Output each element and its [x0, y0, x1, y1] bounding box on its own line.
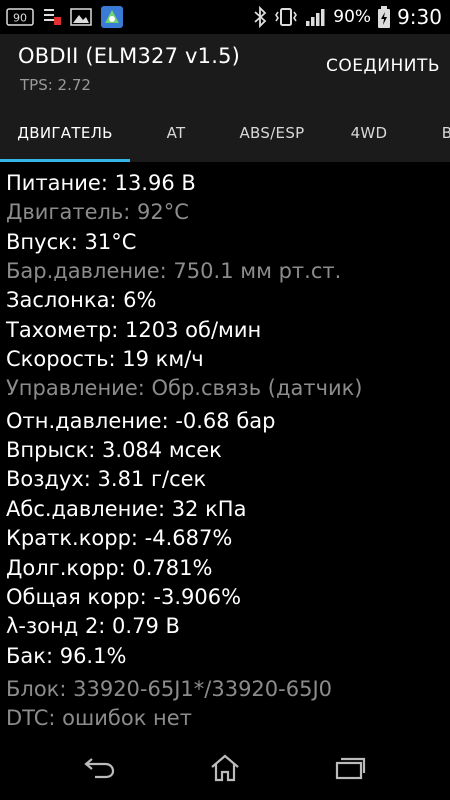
- param-absolute-pressure: Абс.давление: 32 кПа: [6, 497, 247, 521]
- app-icon: [100, 5, 124, 29]
- home-icon: [209, 753, 241, 787]
- back-button[interactable]: [75, 752, 125, 788]
- param-injection: Впрыск: 3.084 мсек: [6, 438, 222, 462]
- param-long-term-trim: Долг.корр: 0.781%: [6, 556, 213, 580]
- param-throttle: Заслонка: 6%: [6, 288, 157, 312]
- param-supply-voltage: Питание: 13.96 В: [6, 171, 196, 195]
- tab-engine[interactable]: ДВИГАТЕЛЬ: [0, 104, 130, 162]
- home-button[interactable]: [200, 752, 250, 788]
- battery-percent: 90%: [333, 7, 372, 27]
- app-title: OBDII (ELM327 v1.5): [18, 44, 241, 68]
- param-intake-temp: Впуск: 31°C: [6, 230, 137, 254]
- param-lambda-2: λ-зонд 2: 0.79 В: [6, 614, 180, 638]
- sim-badge-text: 90: [13, 12, 27, 25]
- tps-subtitle: TPS: 2.72: [20, 76, 91, 94]
- clock: 9:30: [397, 5, 442, 29]
- connect-button[interactable]: СОЕДИНИТЬ: [326, 56, 440, 76]
- param-speed: Скорость: 19 км/ч: [6, 347, 204, 371]
- param-relative-pressure: Отн.давление: -0.68 бар: [6, 409, 276, 433]
- tab-4wd[interactable]: 4WD: [336, 104, 402, 162]
- param-short-term-trim: Кратк.корр: -4.687%: [6, 526, 233, 550]
- sim-card-icon: 90: [6, 7, 34, 27]
- param-barometric-pressure: Бар.давление: 750.1 мм рт.ст.: [6, 259, 342, 283]
- action-bar: OBDII (ELM327 v1.5) TPS: 2.72 СОЕДИНИТЬ: [0, 34, 450, 104]
- signal-icon: [305, 7, 327, 27]
- param-control-mode: Управление: Обр.связь (датчик): [6, 376, 363, 400]
- image-icon: [70, 7, 92, 27]
- back-icon: [83, 755, 117, 785]
- recent-apps-icon: [333, 755, 367, 785]
- param-rpm: Тахометр: 1203 об/мин: [6, 318, 262, 342]
- param-airflow: Воздух: 3.81 г/сек: [6, 467, 207, 491]
- battery-icon: [377, 5, 391, 29]
- param-engine-temp: Двигатель: 92°C: [6, 200, 189, 224]
- navigation-bar: [0, 740, 450, 800]
- tab-at[interactable]: AT: [148, 104, 204, 162]
- tab-overflow[interactable]: B: [432, 104, 450, 162]
- recent-apps-button[interactable]: [325, 752, 375, 788]
- engine-params-list: Питание: 13.96 В Двигатель: 92°C Впуск: …: [0, 162, 450, 740]
- tab-bar: ДВИГАТЕЛЬ AT ABS/ESP 4WD B: [0, 104, 450, 162]
- status-bar: 90 90% 9:30: [0, 0, 450, 34]
- tab-abs-esp[interactable]: ABS/ESP: [222, 104, 322, 162]
- param-fuel-tank: Бак: 96.1%: [6, 644, 127, 668]
- notification-icon: [42, 7, 62, 27]
- param-dtc: DTC: ошибок нет: [6, 706, 192, 730]
- vibrate-icon: [273, 6, 299, 28]
- param-ecu-block: Блок: 33920-65J1*/33920-65J0: [6, 677, 333, 701]
- param-total-trim: Общая корр: -3.906%: [6, 585, 242, 609]
- bluetooth-icon: [253, 6, 267, 28]
